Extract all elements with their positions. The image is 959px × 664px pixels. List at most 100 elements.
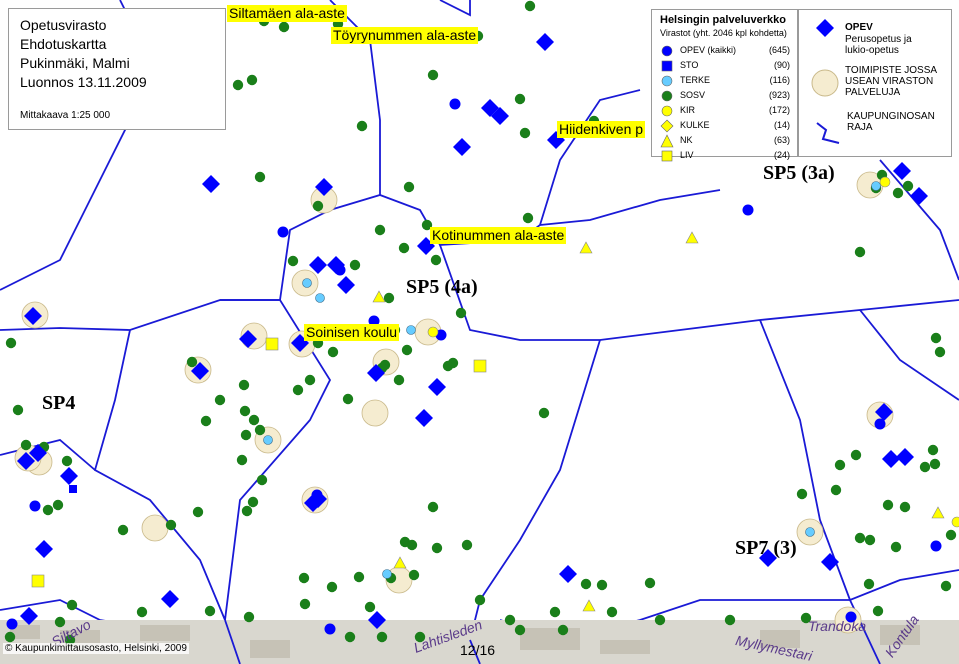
terke-site[interactable]	[406, 325, 416, 335]
school-label-kotinummi[interactable]: Kotinummen ala-aste	[430, 227, 567, 244]
sosv-site[interactable]	[834, 459, 846, 471]
sosv-site[interactable]	[248, 414, 260, 426]
sosv-site[interactable]	[61, 455, 73, 467]
sosv-site[interactable]	[304, 374, 316, 386]
terke-site[interactable]	[871, 181, 881, 191]
sosv-site[interactable]	[940, 580, 952, 592]
opev-site[interactable]	[449, 98, 461, 110]
sosv-site[interactable]	[204, 605, 216, 617]
kir-site[interactable]	[951, 516, 959, 528]
sosv-site[interactable]	[256, 474, 268, 486]
sosv-site[interactable]	[455, 307, 467, 319]
sosv-site[interactable]	[427, 69, 439, 81]
opev-site[interactable]	[742, 204, 754, 216]
sosv-site[interactable]	[376, 631, 388, 643]
sosv-site[interactable]	[214, 394, 226, 406]
sosv-site[interactable]	[427, 501, 439, 513]
sosv-site[interactable]	[442, 360, 454, 372]
opev-site[interactable]	[930, 540, 942, 552]
sosv-site[interactable]	[654, 614, 666, 626]
sosv-site[interactable]	[890, 541, 902, 553]
sosv-site[interactable]	[430, 254, 442, 266]
sosv-site[interactable]	[580, 578, 592, 590]
sosv-site[interactable]	[236, 454, 248, 466]
sosv-site[interactable]	[292, 384, 304, 396]
sosv-site[interactable]	[186, 356, 198, 368]
sosv-site[interactable]	[514, 93, 526, 105]
school-label-soininen[interactable]: Soinisen koulu	[304, 324, 400, 341]
sosv-site[interactable]	[247, 496, 259, 508]
sosv-site[interactable]	[42, 504, 54, 516]
sosv-site[interactable]	[232, 79, 244, 91]
sosv-site[interactable]	[364, 601, 376, 613]
sosv-site[interactable]	[461, 539, 473, 551]
sosv-site[interactable]	[287, 255, 299, 267]
sosv-site[interactable]	[504, 614, 516, 626]
sosv-site[interactable]	[383, 292, 395, 304]
sosv-site[interactable]	[431, 542, 443, 554]
opev-site[interactable]	[324, 623, 336, 635]
sosv-site[interactable]	[596, 579, 608, 591]
sosv-site[interactable]	[524, 0, 536, 12]
sosv-site[interactable]	[52, 499, 64, 511]
sosv-site[interactable]	[240, 429, 252, 441]
opev-site[interactable]	[277, 226, 289, 238]
sosv-site[interactable]	[830, 484, 842, 496]
sosv-site[interactable]	[919, 461, 931, 473]
sosv-site[interactable]	[278, 21, 290, 33]
multi-service-site[interactable]	[361, 399, 389, 427]
sosv-site[interactable]	[349, 259, 361, 271]
school-label-siltamaki[interactable]: Siltamäen ala-aste	[227, 5, 347, 22]
sto-site[interactable]	[69, 485, 77, 493]
sosv-site[interactable]	[353, 571, 365, 583]
sosv-site[interactable]	[864, 534, 876, 546]
opev-site[interactable]	[29, 500, 41, 512]
sosv-site[interactable]	[54, 616, 66, 628]
sosv-site[interactable]	[724, 614, 736, 626]
liv-site[interactable]	[265, 337, 279, 351]
sosv-site[interactable]	[299, 598, 311, 610]
terke-site[interactable]	[382, 569, 392, 579]
sosv-site[interactable]	[514, 624, 526, 636]
sosv-site[interactable]	[327, 346, 339, 358]
sosv-site[interactable]	[945, 529, 957, 541]
sosv-site[interactable]	[243, 611, 255, 623]
sosv-site[interactable]	[929, 458, 941, 470]
sosv-site[interactable]	[403, 181, 415, 193]
sosv-site[interactable]	[892, 187, 904, 199]
terke-site[interactable]	[805, 527, 815, 537]
sosv-site[interactable]	[519, 127, 531, 139]
sosv-site[interactable]	[474, 594, 486, 606]
sosv-site[interactable]	[406, 539, 418, 551]
sosv-site[interactable]	[398, 242, 410, 254]
sosv-site[interactable]	[344, 631, 356, 643]
sosv-site[interactable]	[246, 74, 258, 86]
sosv-site[interactable]	[312, 200, 324, 212]
sosv-site[interactable]	[4, 631, 16, 643]
terke-site[interactable]	[263, 435, 273, 445]
sosv-site[interactable]	[5, 337, 17, 349]
sosv-site[interactable]	[165, 519, 177, 531]
sosv-site[interactable]	[66, 599, 78, 611]
sosv-site[interactable]	[342, 393, 354, 405]
liv-site[interactable]	[31, 574, 45, 588]
sosv-site[interactable]	[557, 624, 569, 636]
kir-site[interactable]	[427, 326, 439, 338]
sosv-site[interactable]	[549, 606, 561, 618]
sosv-site[interactable]	[644, 577, 656, 589]
sosv-site[interactable]	[136, 606, 148, 618]
sosv-site[interactable]	[522, 212, 534, 224]
sosv-site[interactable]	[238, 379, 250, 391]
sosv-site[interactable]	[374, 224, 386, 236]
sosv-site[interactable]	[12, 404, 24, 416]
sosv-site[interactable]	[854, 532, 866, 544]
terke-site[interactable]	[315, 293, 325, 303]
terke-site[interactable]	[302, 278, 312, 288]
sosv-site[interactable]	[326, 581, 338, 593]
multi-service-site[interactable]	[141, 514, 169, 542]
school-label-hiidenkivi[interactable]: Hiidenkiven p	[557, 121, 646, 138]
sosv-site[interactable]	[934, 346, 946, 358]
kir-site[interactable]	[879, 176, 891, 188]
sosv-site[interactable]	[241, 505, 253, 517]
sosv-site[interactable]	[538, 407, 550, 419]
